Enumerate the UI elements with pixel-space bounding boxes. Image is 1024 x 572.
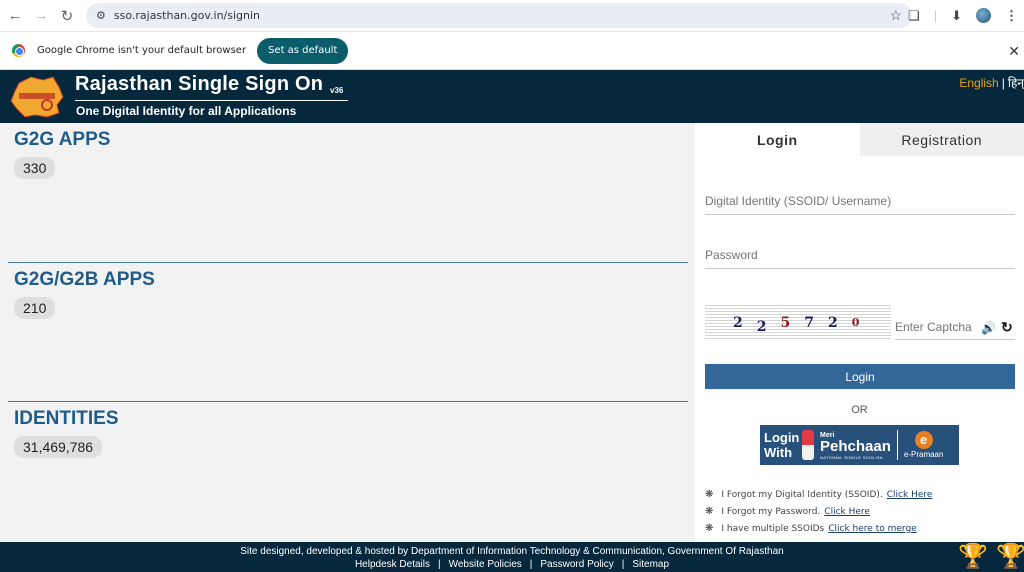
login-panel: Login Registration 2 2 5 7 2 0 🔊 ↻ Login…	[695, 123, 1024, 542]
stat-g2g-g2b-apps: G2G/G2B APPS 210	[8, 269, 688, 319]
password-policy-link[interactable]: Password Policy	[540, 559, 613, 570]
helpdesk-link[interactable]: Helpdesk Details	[355, 559, 430, 570]
website-policies-link[interactable]: Website Policies	[449, 559, 522, 570]
or-text: OR	[851, 404, 868, 416]
menu-kebab-icon[interactable]: ⋮	[1005, 8, 1018, 24]
url-text: sso.rajasthan.gov.in/signin	[113, 9, 261, 22]
asterisk-icon: ❋	[705, 506, 714, 517]
rajasthan-logo-icon	[10, 76, 64, 118]
ssoid-input[interactable]	[705, 194, 1015, 215]
merge-ssoid-link[interactable]: Click here to merge	[828, 524, 916, 534]
epramaan-block: e e-Pramaan	[903, 430, 944, 460]
divider	[8, 401, 688, 402]
browser-toolbar: ← → ↻ ⚙ sso.rajasthan.gov.in/signin ☆ ❏ …	[0, 0, 1024, 31]
pehchaan-separator	[896, 430, 898, 460]
profile-avatar[interactable]	[976, 8, 991, 23]
epramaan-label: e-Pramaan	[903, 449, 944, 459]
footer-links: Helpdesk Details | Website Policies | Passwo…	[0, 559, 1024, 570]
site-header: Rajasthan Single Sign On v36 One Digital…	[0, 70, 1024, 123]
back-icon[interactable]: ←	[2, 3, 28, 29]
asterisk-icon: ❋	[705, 489, 714, 500]
help-link-row: ❋ I Forgot my Digital Identity (SSOID). …	[705, 489, 932, 500]
close-icon[interactable]: ✕	[1008, 43, 1020, 60]
bookmark-star-icon[interactable]: ☆	[889, 7, 902, 24]
tab-login[interactable]: Login	[695, 123, 860, 156]
divider	[8, 262, 688, 263]
captcha-digit: 0	[851, 316, 860, 329]
version-badge: v36	[330, 86, 344, 95]
login-button[interactable]: Login	[705, 364, 1015, 389]
pehchaan-logo-icon	[802, 430, 814, 460]
sitemap-link[interactable]: Sitemap	[632, 559, 669, 570]
footer-separator: |	[437, 559, 441, 570]
set-default-button[interactable]: Set as default	[257, 37, 349, 64]
stat-title: IDENTITIES	[14, 408, 119, 429]
site-title: Rajasthan Single Sign On	[75, 73, 324, 95]
epramaan-icon: e	[914, 430, 933, 449]
captcha-digit: 2	[828, 314, 838, 331]
stat-title: G2G APPS	[14, 129, 111, 150]
help-link-text: I have multiple SSOIDs	[721, 523, 825, 534]
stat-count: 210	[14, 297, 56, 319]
help-link-text: I Forgot my Password.	[721, 506, 821, 517]
site-settings-icon[interactable]: ⚙	[96, 9, 106, 22]
captcha-digit: 7	[804, 314, 814, 331]
site-footer: Site designed, developed & hosted by Dep…	[0, 542, 1024, 572]
main-content: G2G APPS 330 G2G/G2B APPS 210 IDENTITIES…	[0, 123, 1024, 542]
footer-separator: |	[529, 559, 533, 570]
pehchaan-tagline: NATIONAL SINGLE SIGN-ON	[820, 455, 883, 460]
login-tabs: Login Registration	[695, 123, 1024, 156]
help-link-row: ❋ I Forgot my Password. Click Here	[705, 506, 932, 517]
pehchaan-login-text: Login	[764, 430, 800, 445]
stat-g2g-apps: G2G APPS 330	[8, 129, 688, 179]
extensions-icon[interactable]: ❏	[908, 8, 920, 24]
separator: |	[933, 8, 938, 23]
footer-credit: Site designed, developed & hosted by Dep…	[240, 546, 784, 557]
help-link-row: ❋ I have multiple SSOIDs Click here to m…	[705, 523, 932, 534]
language-switcher: English | हिन्	[959, 74, 1024, 91]
site-subtitle: One Digital Identity for all Application…	[76, 104, 297, 118]
pehchaan-name: Meri Pehchaan NATIONAL SINGLE SIGN-ON	[820, 427, 891, 463]
reload-icon[interactable]: ↻	[54, 3, 80, 29]
captcha-digit: 2	[756, 318, 767, 335]
forward-icon[interactable]: →	[28, 3, 54, 29]
chrome-logo-icon	[12, 44, 25, 57]
speaker-icon[interactable]: 🔊	[981, 321, 996, 335]
help-link-text: I Forgot my Digital Identity (SSOID).	[721, 489, 883, 500]
footer-separator: |	[621, 559, 625, 570]
tab-registration[interactable]: Registration	[859, 123, 1024, 156]
lang-english-link[interactable]: English	[959, 76, 998, 90]
meri-pehchaan-login-button[interactable]: Login With Meri Pehchaan NATIONAL SINGLE…	[760, 425, 959, 465]
stat-count: 330	[14, 157, 56, 179]
help-links: ❋ I Forgot my Digital Identity (SSOID). …	[705, 489, 932, 540]
download-icon[interactable]: ⬇	[951, 8, 962, 24]
default-browser-infobar: Google Chrome isn't your default browser…	[0, 31, 1024, 70]
asterisk-icon: ❋	[705, 523, 714, 534]
captcha-digit: 5	[780, 314, 791, 331]
forgot-ssoid-link[interactable]: Click Here	[887, 490, 933, 500]
stat-count: 31,469,786	[14, 436, 103, 458]
forgot-password-link[interactable]: Click Here	[824, 507, 870, 517]
trophy-icon: 🏆	[996, 543, 1024, 570]
captcha-image: 2 2 5 7 2 0	[705, 304, 891, 341]
address-bar[interactable]: ⚙ sso.rajasthan.gov.in/signin ☆	[86, 3, 912, 28]
trophy-icon: 🏆	[958, 543, 988, 570]
pehchaan-login-with: Login With	[760, 430, 800, 460]
lang-hindi-link[interactable]: हिन्	[1008, 76, 1024, 90]
pehchaan-with-text: With	[764, 445, 793, 460]
stat-title: G2G/G2B APPS	[14, 269, 155, 290]
pehchaan-title: Pehchaan	[820, 438, 891, 455]
infobar-message: Google Chrome isn't your default browser	[37, 45, 247, 56]
lang-separator: |	[1001, 76, 1005, 90]
title-underline	[75, 100, 348, 101]
captcha-digit: 2	[733, 314, 743, 331]
stats-panel: G2G APPS 330 G2G/G2B APPS 210 IDENTITIES…	[0, 123, 695, 542]
captcha-input[interactable]	[895, 320, 1015, 340]
refresh-icon[interactable]: ↻	[1001, 319, 1013, 336]
stat-identities: IDENTITIES 31,469,786	[8, 408, 688, 458]
password-input[interactable]	[705, 248, 1015, 269]
